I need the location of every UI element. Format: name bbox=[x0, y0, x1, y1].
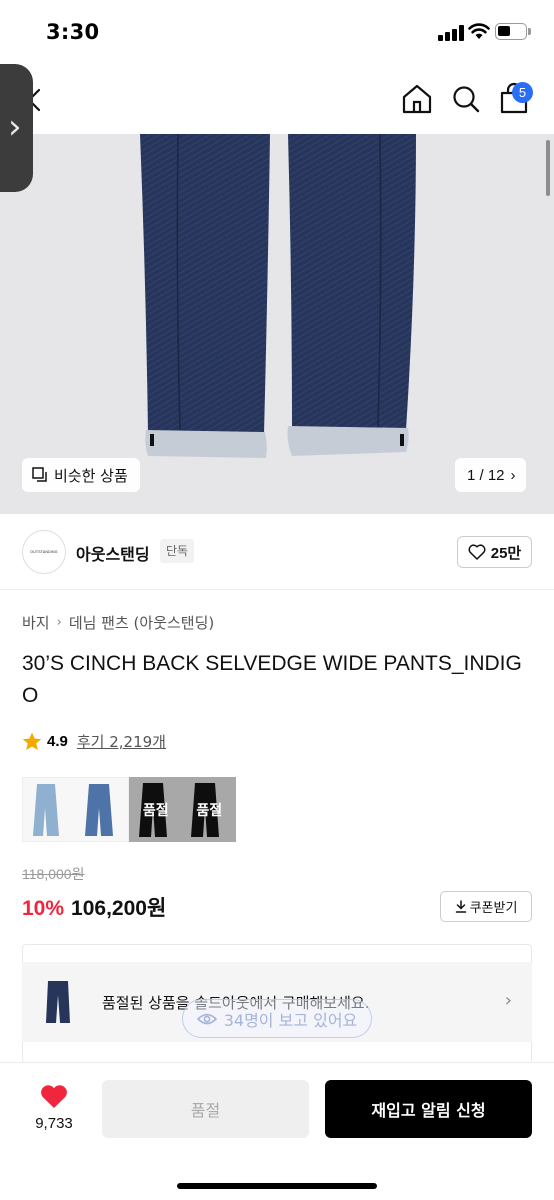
status-bar: 3:30 bbox=[0, 0, 554, 66]
chevron-right-icon: › bbox=[504, 990, 512, 1011]
coupon-download-button[interactable]: 쿠폰받기 bbox=[440, 891, 532, 922]
similar-icon bbox=[32, 467, 47, 482]
eye-icon bbox=[196, 1013, 217, 1024]
color-option-black[interactable]: 품절 품절 bbox=[129, 777, 236, 842]
heart-outline-icon bbox=[468, 544, 486, 560]
color-option-light-wash[interactable] bbox=[22, 777, 129, 842]
rating-row: 4.9 후기 2,219개 bbox=[22, 731, 166, 752]
side-panel-handle[interactable]: › bbox=[0, 64, 33, 192]
price-row: 10% 106,200원 bbox=[22, 892, 166, 922]
battery-icon bbox=[495, 23, 527, 40]
viewers-text: 34명이 보고 있어요 bbox=[223, 1010, 358, 1030]
brand-name[interactable]: 아웃스탠딩 bbox=[76, 541, 150, 565]
brand-like-button[interactable]: 25만 bbox=[457, 536, 532, 568]
restock-alert-button[interactable]: 재입고 알림 신청 bbox=[325, 1080, 532, 1138]
wifi-icon bbox=[468, 23, 490, 39]
signal-icon bbox=[438, 25, 464, 41]
sold-out-label: 품절 bbox=[142, 802, 169, 819]
wishlist-count: 9,733 bbox=[35, 1115, 73, 1132]
rating-value: 4.9 bbox=[47, 733, 68, 750]
home-indicator bbox=[177, 1183, 377, 1189]
product-image-gallery[interactable] bbox=[0, 134, 554, 514]
home-icon[interactable] bbox=[401, 82, 433, 116]
brand-logo[interactable]: OUTSTANDING bbox=[22, 530, 66, 574]
banner-product-thumbnail bbox=[46, 981, 70, 1023]
similar-products-button[interactable]: 비슷한 상품 bbox=[22, 458, 140, 492]
star-icon bbox=[22, 732, 42, 750]
gallery-page-indicator[interactable]: 1 / 12 › bbox=[455, 458, 526, 492]
scrollbar[interactable] bbox=[546, 140, 550, 196]
breadcrumb-item[interactable]: 데님 팬츠 (아웃스탠딩) bbox=[69, 612, 214, 633]
nav-bar bbox=[0, 66, 554, 134]
chevron-right-icon: › bbox=[510, 466, 516, 484]
brand-like-count: 25만 bbox=[490, 544, 522, 562]
original-price: 118,000원 bbox=[22, 866, 85, 882]
breadcrumb: 바지 › 데님 팬츠 (아웃스탠딩) bbox=[22, 612, 214, 633]
breadcrumb-item[interactable]: 바지 bbox=[22, 612, 50, 633]
chevron-right-icon: › bbox=[56, 615, 62, 630]
sold-out-label: 품절 bbox=[196, 802, 223, 819]
wishlist-button[interactable] bbox=[26, 1083, 82, 1143]
status-time: 3:30 bbox=[46, 20, 100, 44]
download-icon bbox=[455, 900, 466, 913]
cart-count-badge: 5 bbox=[512, 82, 533, 103]
exclusive-badge: 단독 bbox=[160, 539, 195, 563]
bottom-action-bar: 9,733 품절 재입고 알림 신청 bbox=[0, 1062, 554, 1200]
coupon-label: 쿠폰받기 bbox=[469, 901, 518, 916]
search-icon[interactable] bbox=[450, 82, 482, 116]
color-options: 품절 품절 bbox=[22, 777, 236, 842]
sold-out-button: 품절 bbox=[102, 1080, 309, 1138]
product-photo bbox=[140, 134, 416, 458]
chevron-right-icon: › bbox=[8, 107, 22, 147]
review-count-link[interactable]: 후기 2,219개 bbox=[77, 731, 166, 752]
live-viewers-pill: 34명이 보고 있어요 bbox=[182, 999, 372, 1038]
heart-filled-icon bbox=[41, 1085, 67, 1108]
brand-row: OUTSTANDING 아웃스탠딩 단독 25만 bbox=[0, 514, 554, 590]
product-title: 30’S CINCH BACK SELVEDGE WIDE PANTS_INDI… bbox=[22, 652, 522, 707]
similar-products-label: 비슷한 상품 bbox=[54, 466, 128, 485]
discount-rate: 10% bbox=[22, 897, 65, 920]
sale-price: 106,200원 bbox=[71, 897, 167, 920]
page-indicator-text: 1 / 12 bbox=[467, 466, 505, 484]
